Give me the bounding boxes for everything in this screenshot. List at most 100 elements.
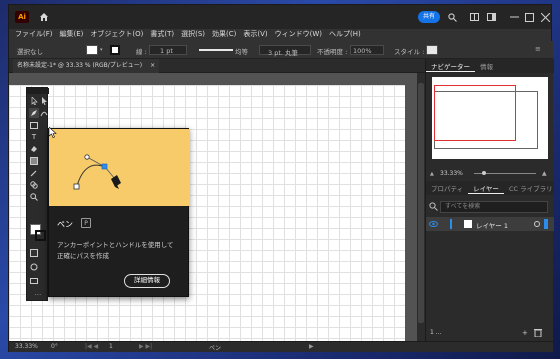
arrange-documents-icon[interactable]	[468, 11, 480, 23]
artboard-next-icon[interactable]: ▶ ▶|	[139, 343, 152, 350]
pen-tool-tooltip: ペン P アンカーポイントとハンドルを使用して 正確にパスを作成 詳細情報	[48, 128, 190, 297]
stroke-weight-value: 1 pt	[160, 47, 173, 55]
layers-search-input[interactable]: すべてを検索	[440, 201, 548, 213]
maximize-icon[interactable]	[523, 11, 535, 23]
home-icon[interactable]	[37, 10, 51, 24]
close-icon[interactable]	[539, 11, 551, 23]
direct-selection-tool-icon[interactable]	[39, 96, 49, 106]
tab-info[interactable]: 情報	[475, 61, 498, 71]
menu-object[interactable]: オブジェクト(O)	[90, 29, 143, 39]
tab-navigator[interactable]: ナビゲーター	[426, 61, 475, 72]
tooltip-illustration	[49, 129, 190, 206]
eraser-tool-icon[interactable]	[29, 144, 39, 154]
document-tab-label: 名称未設定-1* @ 33.33 % (RGB/プレビュー)	[17, 62, 143, 69]
curvature-tool-icon[interactable]	[39, 108, 49, 118]
eye-icon[interactable]	[429, 220, 438, 228]
status-rotation[interactable]: 0°	[51, 343, 58, 350]
app-logo: Ai	[15, 11, 29, 23]
zoom-slider-thumb[interactable]	[482, 171, 486, 175]
shape-builder-tool-icon[interactable]	[29, 180, 39, 190]
opacity-field[interactable]: 100%	[350, 45, 384, 55]
layers-search-placeholder: すべてを検索	[445, 203, 481, 210]
menu-edit[interactable]: 編集(E)	[60, 29, 84, 39]
stroke-profile-line[interactable]	[199, 49, 233, 51]
brush-definition-dropdown[interactable]: 3 pt. 丸筆	[259, 45, 311, 57]
document-tab[interactable]: 名称未設定-1* @ 33.33 % (RGB/プレビュー) ×	[13, 59, 160, 73]
type-tool-icon[interactable]: T	[29, 132, 39, 142]
fill-swatch[interactable]	[86, 45, 98, 55]
gradient-tool-icon[interactable]	[29, 156, 39, 166]
status-arrow-icon[interactable]: ▶	[309, 343, 314, 350]
zoom-in-icon[interactable]: ▲	[542, 170, 547, 177]
layer-target-icon[interactable]	[534, 221, 540, 227]
workspace-icon[interactable]	[485, 11, 497, 23]
edit-toolbar-icon[interactable]: ···	[33, 290, 43, 300]
screen-mode-icon[interactable]	[29, 276, 39, 286]
stroke-label: 線 :	[136, 48, 147, 56]
selection-status: 選択なし	[17, 48, 43, 56]
tab-properties[interactable]: プロパティ	[426, 183, 468, 193]
menu-type[interactable]: 書式(T)	[150, 29, 174, 39]
stroke-color-swatch[interactable]	[35, 230, 46, 241]
tab-cc-libraries[interactable]: CC ライブラリ	[504, 183, 558, 193]
navigator-preview[interactable]	[432, 77, 548, 159]
right-panel-dock: ナビゲーター 情報 ▲ 33.33% ▲ プロパティ レイヤー CC ライブラリ…	[425, 59, 554, 341]
learn-more-button[interactable]: 詳細情報	[124, 274, 170, 288]
tooltip-description: アンカーポイントとハンドルを使用して 正確にパスを作成	[57, 240, 183, 262]
stroke-swatch[interactable]	[110, 45, 120, 55]
draw-mode-icon[interactable]	[29, 262, 39, 272]
search-icon[interactable]	[429, 202, 438, 211]
document-tab-bar: 名称未設定-1* @ 33.33 % (RGB/プレビュー) ×	[9, 59, 425, 73]
pen-tool-icon[interactable]	[29, 108, 39, 118]
zoom-tool-icon[interactable]	[29, 192, 39, 202]
stroke-weight-field[interactable]: 1 pt	[149, 45, 187, 55]
navigator-view-box[interactable]	[434, 85, 516, 141]
panel-menu-icon[interactable]: ≡	[535, 45, 543, 55]
status-bar: 33.33% 0° |◀ ◀ 1 ▶ ▶| ペン ▶	[9, 341, 553, 352]
tools-panel-header[interactable]	[27, 88, 49, 94]
brush-label: 3 pt. 丸筆	[268, 49, 299, 57]
style-label: スタイル :	[394, 48, 425, 56]
selection-tool-icon[interactable]	[29, 96, 39, 106]
opacity-label: 不透明度 :	[317, 48, 348, 56]
layer-selected-marker	[544, 219, 548, 229]
share-button[interactable]: 共有	[418, 11, 440, 23]
graphic-style-swatch[interactable]	[426, 45, 438, 55]
search-icon[interactable]	[446, 11, 458, 23]
minimize-icon[interactable]	[508, 11, 520, 23]
tooltip-description-line1: アンカーポイントとハンドルを使用して	[57, 241, 174, 249]
layer-count: 1 ...	[430, 329, 442, 336]
trash-icon[interactable]	[534, 328, 542, 338]
layer-row[interactable]: レイヤー 1	[426, 217, 554, 231]
navigator-zoom[interactable]: 33.33%	[440, 170, 463, 177]
scroll-thumb[interactable]	[418, 83, 424, 323]
zoom-out-icon[interactable]: ▲	[430, 171, 434, 177]
status-zoom[interactable]: 33.33%	[15, 343, 38, 350]
chevron-down-icon[interactable]: ▾	[100, 47, 103, 53]
opacity-value: 100%	[353, 47, 372, 55]
layer-name[interactable]: レイヤー 1	[476, 220, 508, 230]
eyedropper-tool-icon[interactable]	[29, 168, 39, 178]
tools-panel: T ···	[26, 87, 49, 301]
status-artboard[interactable]: 1	[109, 343, 113, 350]
layer-thumbnail	[464, 220, 472, 228]
menu-help[interactable]: ヘルプ(H)	[329, 29, 361, 39]
stroke-profile-label: 均等	[235, 48, 248, 56]
vertical-scrollbar[interactable]	[417, 73, 425, 341]
control-bar: 選択なし ▾ 線 : 1 pt 均等 3 pt. 丸筆 不透明度 : 100% …	[9, 41, 553, 59]
menu-effect[interactable]: 効果(C)	[212, 29, 236, 39]
mouse-cursor-icon	[48, 126, 57, 138]
tooltip-shortcut: P	[81, 218, 91, 228]
rectangle-tool-icon[interactable]	[29, 120, 39, 130]
new-layer-icon[interactable]: +	[522, 329, 528, 337]
menu-select[interactable]: 選択(S)	[181, 29, 205, 39]
color-mode-icon[interactable]	[29, 248, 39, 258]
artboard-first-icon[interactable]: |◀ ◀	[85, 343, 98, 350]
menu-file[interactable]: ファイル(F)	[15, 29, 53, 39]
close-tab-icon[interactable]: ×	[150, 62, 155, 69]
menu-window[interactable]: ウィンドウ(W)	[275, 29, 322, 39]
tab-layers[interactable]: レイヤー	[468, 183, 504, 194]
navigator-tabs: ナビゲーター 情報	[426, 59, 554, 73]
tooltip-description-line2: 正確にパスを作成	[57, 252, 109, 260]
menu-view[interactable]: 表示(V)	[243, 29, 267, 39]
